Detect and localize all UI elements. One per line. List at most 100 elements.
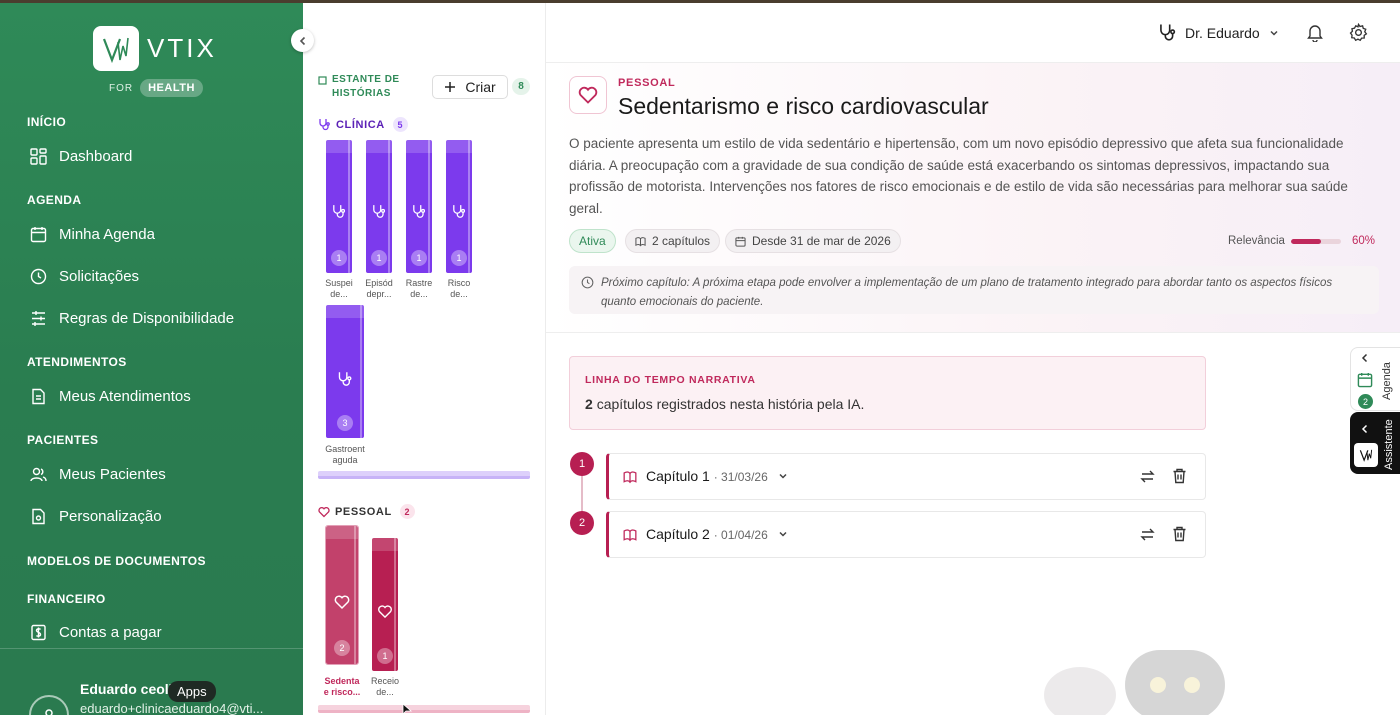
nav-contas-a-pagar[interactable]: Contas a pagar [30,624,162,641]
book-label: Gastroent aguda [325,444,365,465]
since-badge: Desde 31 de mar de 2026 [725,229,901,253]
chevron-left-icon [1361,424,1368,434]
chevron-left-icon [1361,353,1368,363]
brand-subtitle: FOR HEALTH [109,79,203,97]
heart-icon [334,595,350,610]
relevance-bar [1291,239,1341,244]
stethoscope-icon [333,205,346,218]
heart-icon [378,605,392,619]
book-count: 2 [334,640,350,656]
swap-icon[interactable] [1140,527,1155,542]
heart-icon [318,506,330,517]
clock-icon [581,276,594,289]
mouse-cursor-icon [402,704,413,715]
book-clinica-2[interactable]: 1 [366,140,392,273]
chevron-down-icon[interactable] [778,529,788,539]
chapter-number: 2 [570,511,594,535]
next-chapter-text: Próximo capítulo: A próxima etapa pode e… [601,277,1333,308]
stethoscope-icon [338,372,352,386]
book-clinica-1[interactable]: 1 [326,140,352,273]
book-clinica-4[interactable]: 1 [446,140,472,273]
category-count: 5 [392,117,408,132]
chevron-left-icon [299,36,305,45]
robot-illustration [1044,650,1225,715]
nav-personalizacao[interactable]: Personalização [30,508,162,525]
chapter-card-2[interactable]: Capítulo 2 · 01/04/26 [606,511,1206,558]
story-detail: PESSOAL Sedentarismo e risco cardiovascu… [546,63,1400,333]
story-title: Sedentarismo e risco cardiovascular [618,93,989,119]
relevance-value: 60% [1352,235,1376,247]
book-label: Rastre de... [405,278,433,299]
book-clinica-5[interactable]: 3 [326,305,364,438]
chapter-title: Capítulo 1 · 31/03/26 [646,468,788,484]
book-label-selected: Sedenta e risco... [323,676,361,697]
nav-regras-disponibilidade[interactable]: Regras de Disponibilidade [30,310,234,327]
logo-mark-icon [93,26,139,71]
trash-icon[interactable] [1172,468,1187,484]
doctor-menu[interactable]: Dr. Eduardo [1158,23,1279,42]
chapter-title: Capítulo 2 · 01/04/26 [646,526,788,542]
nav-solicitacoes[interactable]: Solicitações [30,268,139,285]
category-name: PESSOAL [335,505,392,518]
book-count: 1 [411,250,427,266]
section-pacientes: PACIENTES [27,433,99,447]
nav-label: Meus Atendimentos [59,388,191,405]
create-story-button[interactable]: Criar [432,75,508,99]
trash-icon[interactable] [1172,526,1187,542]
for-label: FOR [109,82,134,94]
bell-icon[interactable] [1306,23,1324,42]
section-inicio: INÍCIO [27,115,67,129]
category-count: 2 [399,504,415,519]
book-count: 1 [377,648,393,664]
stethoscope-icon [453,205,466,218]
chapter-card-1[interactable]: Capítulo 1 · 31/03/26 [606,453,1206,500]
user-email: eduardo+clinicaeduardo4@vti... [80,701,264,715]
agenda-side-tab[interactable]: 2 Agenda [1350,347,1400,411]
avatar [29,695,69,715]
chevron-down-icon[interactable] [778,471,788,481]
clock-icon [30,268,47,285]
nav-dashboard[interactable]: Dashboard [30,148,132,165]
chapters-badge: 2 capítulos [625,229,721,253]
timeline-text: 2 capítulos registrados nesta história p… [585,396,865,412]
book-open-icon [635,236,646,247]
book-count: 1 [371,250,387,266]
shelf-total-badge: 8 [512,78,530,95]
book-open-icon [623,471,637,484]
calendar-icon [735,236,746,247]
shelf-title-line2: HISTÓRIAS [332,88,391,99]
health-badge: HEALTH [140,79,203,97]
category-pessoal[interactable]: PESSOAL 2 [318,504,415,519]
nav-label: Personalização [59,508,162,525]
book-label: Risco de... [447,278,471,299]
stethoscope-icon [413,205,426,218]
swap-icon[interactable] [1140,469,1155,484]
brand-logo[interactable]: VTIX [93,26,217,71]
timeline-connector [581,476,583,512]
nav-label: Regras de Disponibilidade [59,310,235,327]
nav-minha-agenda[interactable]: Minha Agenda [30,226,155,243]
book-pessoal-2[interactable]: 1 [372,538,398,671]
category-clinica[interactable]: CLÍNICA 5 [318,117,408,132]
book-label: Receio de... [370,676,399,697]
user-profile[interactable]: Eduardo ceoli eduardo+clinicaeduardo4@vt… [0,648,303,715]
nav-meus-pacientes[interactable]: Meus Pacientes [30,466,166,483]
nav-label: Contas a pagar [59,624,162,641]
assistant-side-tab[interactable]: Assistente [1350,412,1400,474]
shelf-divider [318,471,530,479]
nav-meus-atendimentos[interactable]: Meus Atendimentos [30,388,191,405]
book-pessoal-1[interactable]: 2 [325,525,359,665]
agenda-tab-label: Agenda [1381,362,1393,400]
dashboard-icon [30,148,47,165]
users-icon [30,467,47,482]
dollar-icon [31,624,46,641]
file-settings-icon [32,508,45,525]
sidebar-collapse-button[interactable] [291,29,314,52]
sliders-icon [32,311,45,326]
timeline-summary: LINHA DO TEMPO NARRATIVA 2 capítulos reg… [569,356,1206,430]
heart-icon [578,86,598,104]
book-clinica-3[interactable]: 1 [406,140,432,273]
section-atendimentos: ATENDIMENTOS [27,355,127,369]
apps-tooltip[interactable]: Apps [168,681,216,702]
gear-icon[interactable] [1349,23,1368,42]
